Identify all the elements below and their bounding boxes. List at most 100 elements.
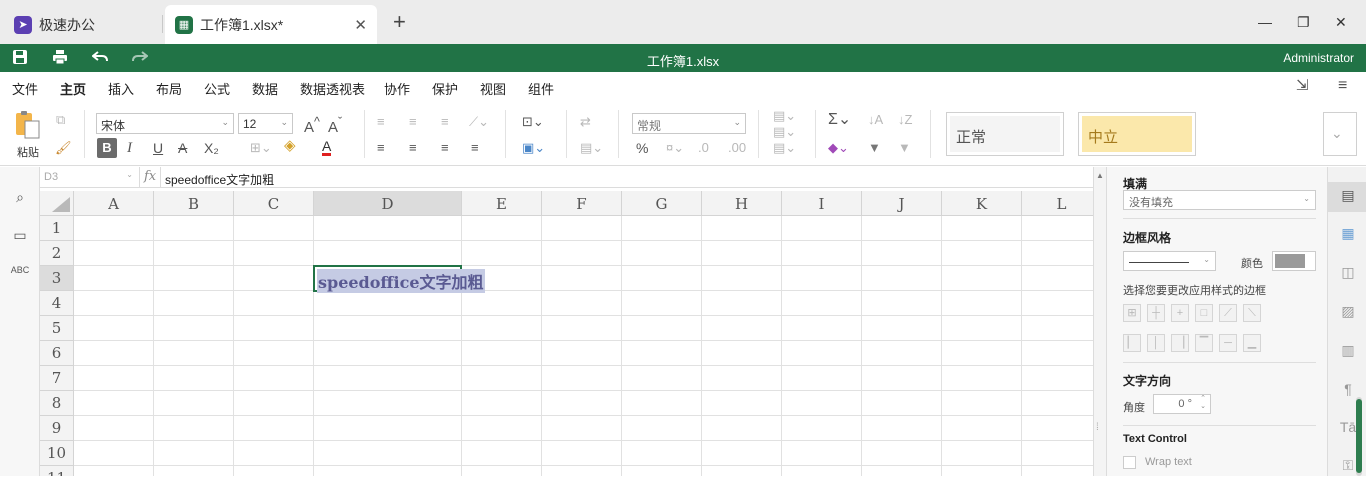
- decrease-font-icon[interactable]: Aˇ: [328, 114, 342, 136]
- style-normal[interactable]: 正常: [946, 112, 1064, 156]
- justify-icon[interactable]: ≡: [471, 140, 479, 156]
- border-bottom-icon[interactable]: ▁: [1243, 334, 1261, 352]
- bold-button[interactable]: B: [97, 138, 117, 158]
- open-location-icon[interactable]: ⇲: [1296, 78, 1309, 94]
- wrap-text-checkbox[interactable]: [1123, 456, 1136, 469]
- row-header-6[interactable]: 6: [40, 341, 74, 366]
- close-tab-icon[interactable]: ✕: [354, 16, 367, 34]
- tab-home[interactable]: ➤ 极速办公: [4, 5, 162, 44]
- paragraph-settings-icon[interactable]: ¶: [1338, 381, 1358, 401]
- column-header-d[interactable]: D: [314, 191, 462, 216]
- menu-layout[interactable]: 布局: [156, 79, 182, 98]
- column-header-b[interactable]: B: [154, 191, 234, 216]
- sort-ascending-icon[interactable]: ↓A: [868, 112, 883, 128]
- text-orientation-icon[interactable]: ⟋⌄: [469, 114, 489, 130]
- menu-data[interactable]: 数据: [252, 79, 278, 98]
- rail-scroll-thumb[interactable]: [1356, 399, 1362, 473]
- copy-icon[interactable]: ⧉: [56, 112, 65, 128]
- styles-expand-button[interactable]: ⌄: [1323, 112, 1357, 156]
- border-top-icon[interactable]: ▔: [1195, 334, 1213, 352]
- border-cross-icon[interactable]: +: [1171, 304, 1189, 322]
- italic-button[interactable]: I: [127, 140, 132, 156]
- row-header-10[interactable]: 10: [40, 441, 74, 466]
- name-box[interactable]: D3 ⌄: [40, 167, 140, 187]
- row-header-8[interactable]: 8: [40, 391, 74, 416]
- align-top-icon[interactable]: ≡: [377, 114, 385, 130]
- fill-select[interactable]: 没有填充 ⌄: [1123, 190, 1316, 210]
- spreadsheet-grid[interactable]: ABCDEFGHIJKL 1234567891011 speedoffice文字…: [40, 191, 1093, 476]
- font-color-button[interactable]: A: [322, 139, 332, 156]
- align-middle-icon[interactable]: ≡: [409, 114, 417, 130]
- border-style-select[interactable]: ⌄: [1123, 251, 1216, 271]
- border-color-select[interactable]: [1272, 251, 1316, 271]
- scroll-up-icon[interactable]: ▲: [1096, 171, 1104, 180]
- border-right-icon[interactable]: ▕: [1171, 334, 1189, 352]
- maximize-button[interactable]: ❐: [1297, 14, 1310, 30]
- text-art-icon[interactable]: Tā: [1338, 419, 1358, 439]
- cell-settings-icon[interactable]: ▤: [1338, 187, 1358, 207]
- format-painter-icon[interactable]: 🖌: [55, 140, 72, 156]
- menu-formula[interactable]: 公式: [204, 79, 230, 98]
- font-size-select[interactable]: 12 ⌄: [238, 113, 293, 134]
- column-header-j[interactable]: J: [862, 191, 942, 216]
- insert-row-icon[interactable]: ▤⌄: [773, 108, 796, 124]
- formula-input[interactable]: speedoffice文字加粗: [165, 171, 274, 188]
- row-header-3[interactable]: 3: [40, 266, 74, 291]
- chart-settings-icon[interactable]: ▥: [1338, 342, 1358, 362]
- currency-icon[interactable]: ¤⌄: [666, 140, 684, 156]
- new-tab-button[interactable]: +: [393, 11, 406, 33]
- borders-icon[interactable]: ⊞⌄: [250, 140, 272, 156]
- column-header-a[interactable]: A: [74, 191, 154, 216]
- row-header-5[interactable]: 5: [40, 316, 74, 341]
- column-header-h[interactable]: H: [702, 191, 782, 216]
- spellcheck-icon[interactable]: ABC: [10, 265, 30, 285]
- style-neutral[interactable]: 中立: [1078, 112, 1196, 156]
- align-center-icon[interactable]: ≡: [409, 140, 417, 156]
- underline-button[interactable]: U: [153, 140, 163, 156]
- angle-input[interactable]: 0 ° ⌃ ⌄: [1153, 394, 1211, 414]
- spinner-icon[interactable]: ⌃ ⌄: [1200, 395, 1206, 411]
- border-vertical-icon[interactable]: │: [1147, 334, 1165, 352]
- filter-icon[interactable]: ▼: [868, 140, 881, 156]
- border-diag-up-icon[interactable]: ⟋: [1219, 304, 1237, 322]
- menu-insert[interactable]: 插入: [108, 79, 134, 98]
- border-all-icon[interactable]: ⊞: [1123, 304, 1141, 322]
- align-left-icon[interactable]: ≡: [377, 140, 385, 156]
- column-header-g[interactable]: G: [622, 191, 702, 216]
- decrease-decimal-icon[interactable]: .00: [728, 140, 746, 156]
- border-left-icon[interactable]: ▏: [1123, 334, 1141, 352]
- number-format-select[interactable]: 常规 ⌄: [632, 113, 746, 134]
- vertical-scrollbar[interactable]: ▲ ⁞: [1093, 167, 1106, 476]
- fill-color-icon[interactable]: ◈: [284, 138, 296, 154]
- menu-pivot[interactable]: 数据透视表: [300, 79, 365, 98]
- insert-cells-icon[interactable]: ⇄: [580, 114, 591, 130]
- column-header-e[interactable]: E: [462, 191, 542, 216]
- border-diag-down-icon[interactable]: ⟍: [1243, 304, 1261, 322]
- close-window-button[interactable]: ✕: [1335, 14, 1347, 30]
- autosum-icon[interactable]: Σ⌄: [828, 112, 851, 128]
- wrap-text-icon[interactable]: ⊡⌄: [522, 114, 544, 130]
- percent-icon[interactable]: %: [636, 140, 648, 156]
- clear-icon[interactable]: ◆⌄: [828, 140, 849, 156]
- increase-font-icon[interactable]: A^: [304, 114, 320, 136]
- strikethrough-button[interactable]: A: [178, 140, 187, 156]
- subscript-button[interactable]: X₂: [204, 140, 219, 156]
- menu-home[interactable]: 主页: [60, 79, 87, 104]
- table-settings-icon[interactable]: ▦: [1338, 225, 1358, 245]
- column-header-c[interactable]: C: [234, 191, 314, 216]
- search-icon[interactable]: ⌕: [10, 189, 30, 209]
- sort-descending-icon[interactable]: ↓Z: [898, 112, 912, 128]
- align-bottom-icon[interactable]: ≡: [441, 114, 449, 130]
- delete-cells-icon[interactable]: ▤⌄: [580, 140, 603, 156]
- minimize-button[interactable]: —: [1258, 14, 1272, 30]
- delete-row-icon[interactable]: ▤⌄: [773, 124, 796, 140]
- border-horizontal-icon[interactable]: ─: [1219, 334, 1237, 352]
- increase-decimal-icon[interactable]: .0: [698, 140, 709, 156]
- format-cells-icon[interactable]: ▤⌄: [773, 140, 796, 156]
- shape-settings-icon[interactable]: ◫: [1338, 264, 1358, 284]
- row-header-11[interactable]: 11: [40, 466, 74, 476]
- more-settings-icon[interactable]: ⚿: [1338, 457, 1358, 477]
- row-header-4[interactable]: 4: [40, 291, 74, 316]
- column-header-i[interactable]: I: [782, 191, 862, 216]
- clear-filter-icon[interactable]: ▼: [898, 140, 911, 156]
